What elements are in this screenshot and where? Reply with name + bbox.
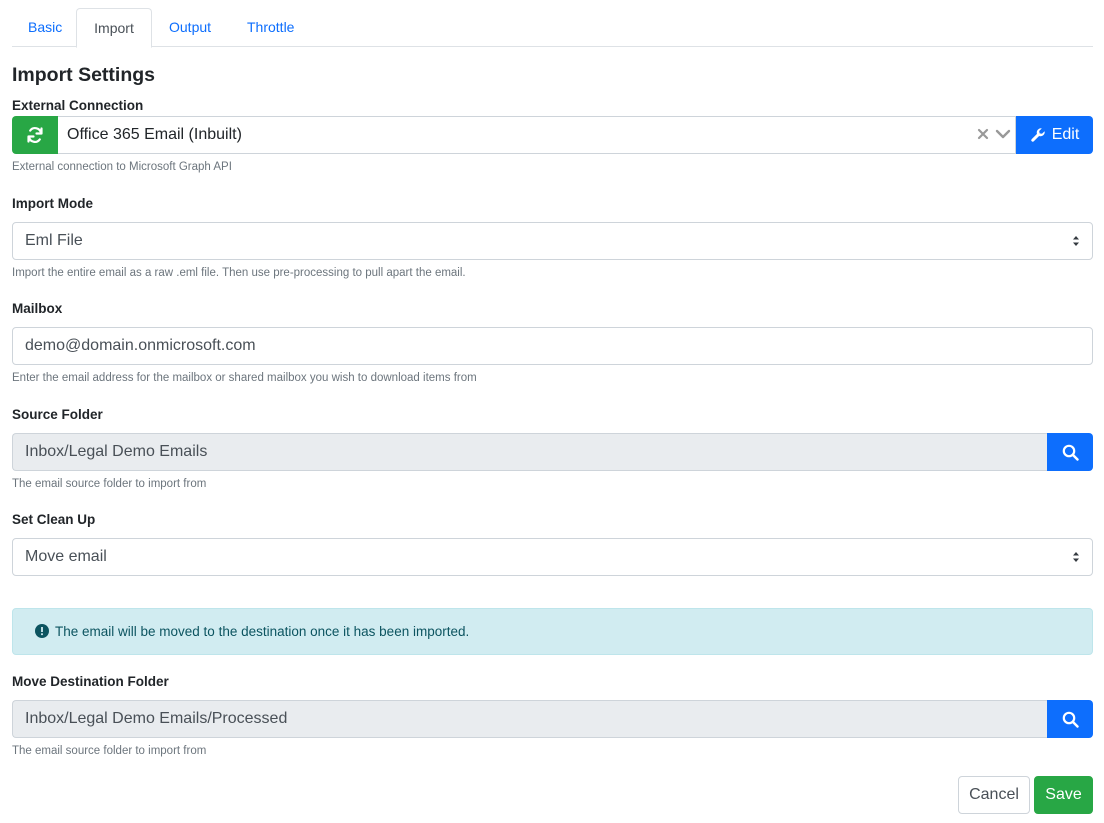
- source-folder-label: Source Folder: [12, 407, 103, 422]
- move-destination-search-button[interactable]: [1047, 700, 1093, 738]
- import-mode-help: Import the entire email as a raw .eml fi…: [12, 267, 466, 279]
- mailbox-label: Mailbox: [12, 301, 63, 316]
- select-arrows-icon: [1073, 236, 1079, 246]
- wrench-icon: [1031, 128, 1045, 142]
- clean-up-value: Move email: [25, 548, 107, 565]
- refresh-connection-button[interactable]: [12, 116, 58, 154]
- tab-basic[interactable]: Basic: [12, 8, 78, 47]
- source-folder-input[interactable]: Inbox/Legal Demo Emails: [12, 433, 1047, 471]
- refresh-icon: [27, 127, 43, 143]
- move-destination-input[interactable]: Inbox/Legal Demo Emails/Processed: [12, 700, 1047, 738]
- chevron-down-icon[interactable]: [995, 128, 1011, 140]
- move-destination-value: Inbox/Legal Demo Emails/Processed: [25, 710, 288, 727]
- import-settings-form: Basic Import Output Throttle Import Sett…: [12, 8, 1093, 814]
- clean-up-select[interactable]: Move email: [12, 538, 1093, 576]
- tab-throttle[interactable]: Throttle: [231, 8, 310, 47]
- mailbox-value: demo@domain.onmicrosoft.com: [25, 337, 256, 354]
- search-icon: [1062, 711, 1079, 728]
- alert-text: The email will be moved to the destinati…: [55, 624, 470, 639]
- select-arrows-icon: [1073, 552, 1079, 562]
- tab-bar: Basic Import Output Throttle: [12, 8, 1093, 48]
- tab-import[interactable]: Import: [76, 8, 152, 48]
- mailbox-help: Enter the email address for the mailbox …: [12, 372, 477, 384]
- section-title: Import Settings: [12, 64, 156, 86]
- save-button[interactable]: Save: [1034, 776, 1093, 814]
- source-folder-search-button[interactable]: [1047, 433, 1093, 471]
- source-folder-help: The email source folder to import from: [12, 478, 207, 490]
- source-folder-value: Inbox/Legal Demo Emails: [25, 443, 208, 460]
- external-connection-group: Office 365 Email (Inbuilt) Edit: [12, 116, 1093, 154]
- external-connection-select[interactable]: Office 365 Email (Inbuilt): [58, 116, 1016, 154]
- external-connection-help: External connection to Microsoft Graph A…: [12, 161, 232, 173]
- tab-output[interactable]: Output: [153, 8, 227, 47]
- import-mode-value: Eml File: [25, 232, 83, 249]
- move-destination-help: The email source folder to import from: [12, 745, 207, 757]
- clear-icon[interactable]: [976, 127, 990, 141]
- import-mode-label: Import Mode: [12, 196, 93, 211]
- search-icon: [1062, 444, 1079, 461]
- info-circle-icon: [35, 624, 49, 639]
- edit-button-label: Edit: [1051, 126, 1080, 143]
- clean-up-label: Set Clean Up: [12, 512, 96, 527]
- cancel-button[interactable]: Cancel: [958, 776, 1030, 814]
- external-connection-label: External Connection: [12, 98, 144, 113]
- info-alert: The email will be moved to the destinati…: [12, 608, 1093, 655]
- mailbox-input[interactable]: demo@domain.onmicrosoft.com: [12, 327, 1093, 365]
- import-mode-select[interactable]: Eml File: [12, 222, 1093, 260]
- move-destination-label: Move Destination Folder: [12, 674, 169, 689]
- edit-connection-button[interactable]: Edit: [1016, 116, 1093, 154]
